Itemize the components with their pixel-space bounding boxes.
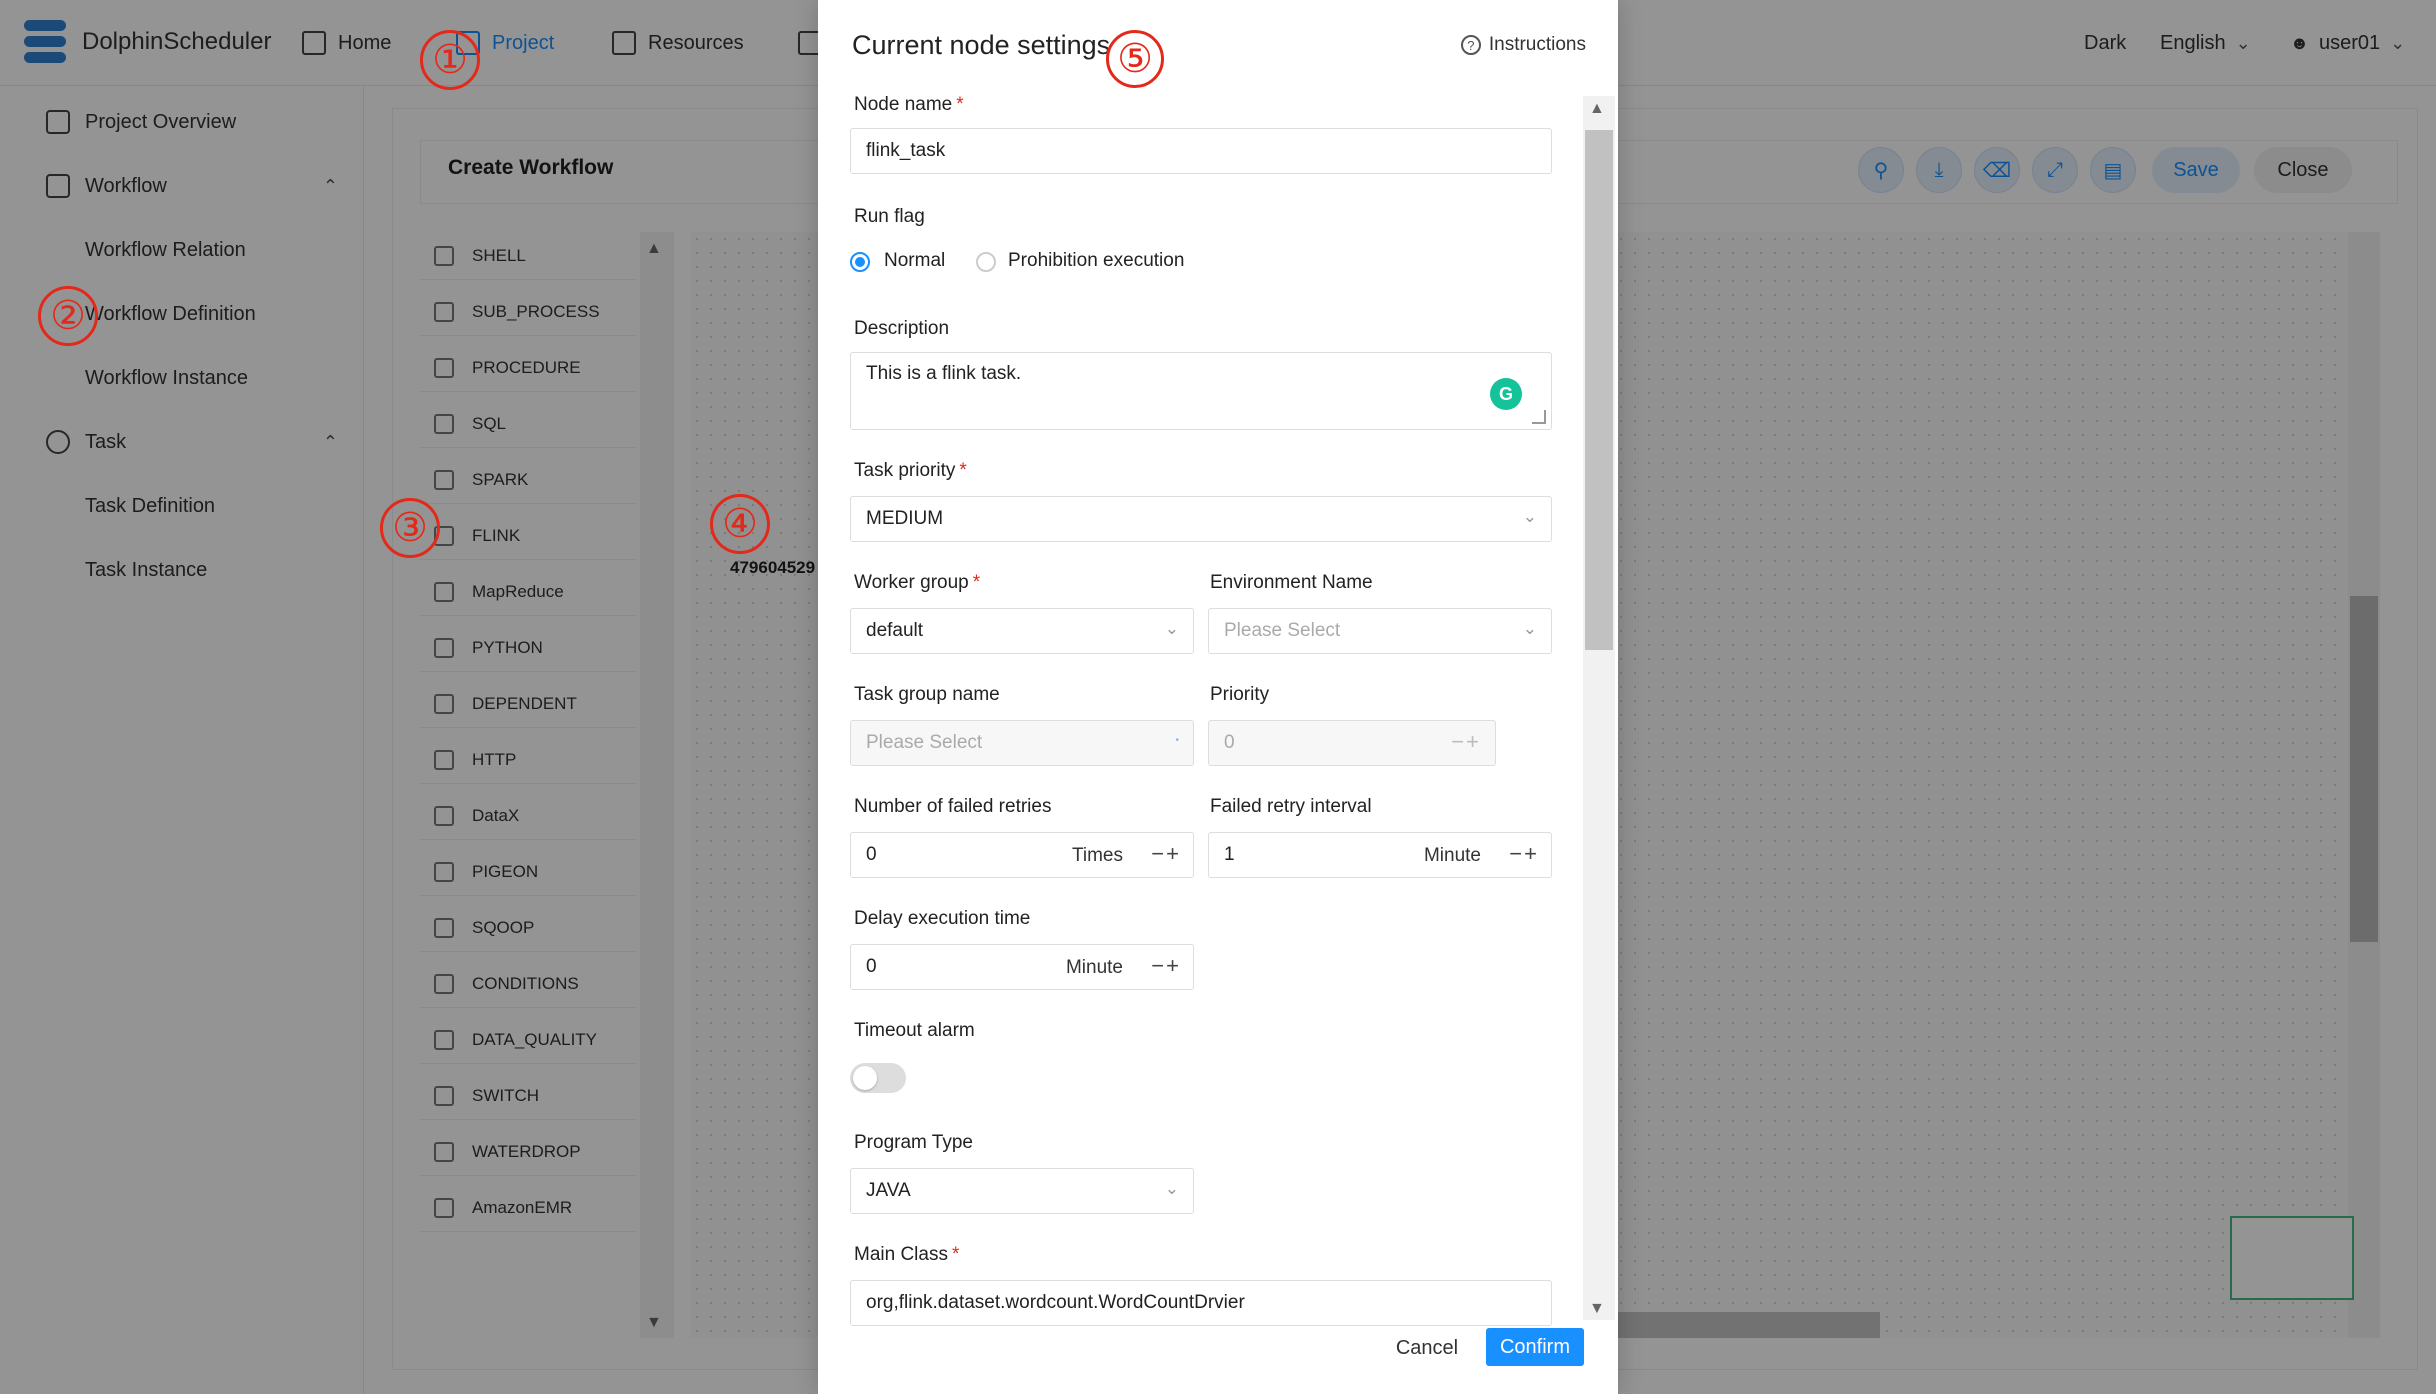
worker-group-select[interactable]: default ⌄ bbox=[850, 608, 1194, 654]
priority-label: Priority bbox=[1210, 684, 1270, 705]
scroll-down-icon[interactable]: ▼ bbox=[1589, 1300, 1605, 1318]
environment-name-placeholder: Please Select bbox=[1224, 620, 1341, 641]
stepper-icon[interactable]: −+ bbox=[1151, 841, 1181, 867]
program-type-select[interactable]: JAVA ⌄ bbox=[850, 1168, 1194, 1214]
task-group-name-select[interactable]: Please Select • bbox=[850, 720, 1194, 766]
chevron-down-icon: ⌄ bbox=[1522, 507, 1537, 526]
task-priority-select[interactable]: MEDIUM ⌄ bbox=[850, 496, 1552, 542]
priority-value: 0 bbox=[1224, 732, 1235, 753]
timeout-alarm-switch[interactable] bbox=[850, 1063, 906, 1093]
chevron-down-icon: ⌄ bbox=[1522, 619, 1537, 638]
program-type-value: JAVA bbox=[866, 1180, 911, 1201]
environment-name-select[interactable]: Please Select ⌄ bbox=[1208, 608, 1552, 654]
delay-execution-time-value: 0 bbox=[866, 956, 877, 977]
node-settings-drawer: Current node settings ⑤ ? Instructions N… bbox=[818, 0, 1618, 1394]
scroll-up-icon[interactable]: ▲ bbox=[1589, 100, 1605, 118]
worker-group-label: Worker group * bbox=[854, 572, 980, 594]
annotation-marker-3: ③ bbox=[380, 498, 440, 558]
failed-retries-value: 0 bbox=[866, 844, 877, 865]
stepper-icon[interactable]: −+ bbox=[1509, 841, 1539, 867]
program-type-label: Program Type bbox=[854, 1132, 973, 1153]
annotation-marker-2: ② bbox=[38, 286, 98, 346]
failed-retry-interval-unit: Minute bbox=[1423, 845, 1481, 866]
worker-group-value: default bbox=[866, 620, 924, 641]
run-flag-normal-label[interactable]: Normal bbox=[884, 250, 945, 272]
grammarly-icon[interactable]: G bbox=[1490, 378, 1522, 410]
annotation-marker-1: ① bbox=[420, 30, 480, 90]
delay-execution-time-unit: Minute bbox=[1065, 957, 1123, 978]
main-class-label-text: Main Class bbox=[854, 1244, 948, 1265]
description-textarea[interactable]: This is a flink task. bbox=[850, 352, 1552, 430]
failed-retries-unit: Times bbox=[1071, 845, 1123, 866]
worker-group-label-text: Worker group bbox=[854, 572, 969, 593]
failed-retries-label: Number of failed retries bbox=[854, 796, 1052, 817]
run-flag-prohibition-label[interactable]: Prohibition execution bbox=[1008, 250, 1184, 272]
environment-name-label: Environment Name bbox=[1210, 572, 1373, 593]
annotation-marker-4: ④ bbox=[710, 494, 770, 554]
delay-execution-time-label: Delay execution time bbox=[854, 908, 1031, 929]
run-flag-normal-radio[interactable] bbox=[850, 252, 870, 272]
loading-icon: • bbox=[1175, 735, 1179, 746]
timeout-alarm-label: Timeout alarm bbox=[854, 1020, 975, 1041]
delay-execution-time-input[interactable]: 0 Minute −+ bbox=[850, 944, 1194, 990]
stepper-icon[interactable]: −+ bbox=[1151, 953, 1181, 979]
task-priority-value: MEDIUM bbox=[866, 508, 944, 529]
chevron-down-icon: ⌄ bbox=[1164, 1179, 1179, 1198]
failed-retries-input[interactable]: 0 Times −+ bbox=[850, 832, 1194, 878]
required-mark: * bbox=[956, 94, 964, 115]
node-name-input[interactable]: flink_task bbox=[850, 128, 1552, 174]
chevron-down-icon: ⌄ bbox=[1164, 619, 1179, 638]
stepper-icon: −+ bbox=[1451, 729, 1481, 754]
main-class-input[interactable]: org,flink.dataset.wordcount.WordCountDrv… bbox=[850, 1280, 1552, 1326]
run-flag-prohibition-radio[interactable] bbox=[976, 252, 996, 272]
failed-retry-interval-value: 1 bbox=[1224, 844, 1235, 865]
main-class-label: Main Class * bbox=[854, 1244, 959, 1266]
confirm-button[interactable]: Confirm bbox=[1486, 1328, 1584, 1366]
run-flag-label: Run flag bbox=[854, 206, 925, 227]
main-class-value: org,flink.dataset.wordcount.WordCountDrv… bbox=[866, 1292, 1245, 1313]
task-group-name-label: Task group name bbox=[854, 684, 1000, 705]
node-name-label: Node name * bbox=[854, 94, 964, 116]
node-settings-form: Node name * flink_task Run flag Normal Pr… bbox=[818, 0, 1618, 1330]
form-scroll-thumb[interactable] bbox=[1585, 130, 1613, 650]
node-name-label-text: Node name bbox=[854, 94, 953, 115]
failed-retry-interval-input[interactable]: 1 Minute −+ bbox=[1208, 832, 1552, 878]
description-label: Description bbox=[854, 318, 950, 339]
cancel-button[interactable]: Cancel bbox=[1386, 1330, 1468, 1366]
failed-retry-interval-label: Failed retry interval bbox=[1210, 796, 1372, 817]
resize-handle-icon[interactable] bbox=[1532, 410, 1546, 424]
task-priority-label-text: Task priority bbox=[854, 460, 956, 481]
priority-input[interactable]: 0 −+ bbox=[1208, 720, 1496, 766]
task-priority-label: Task priority * bbox=[854, 460, 967, 482]
node-name-value: flink_task bbox=[866, 140, 946, 161]
required-mark: * bbox=[959, 460, 967, 481]
required-mark: * bbox=[972, 572, 981, 593]
description-value: This is a flink task. bbox=[866, 363, 1022, 384]
required-mark: * bbox=[951, 1244, 960, 1265]
task-group-name-placeholder: Please Select bbox=[866, 732, 983, 753]
